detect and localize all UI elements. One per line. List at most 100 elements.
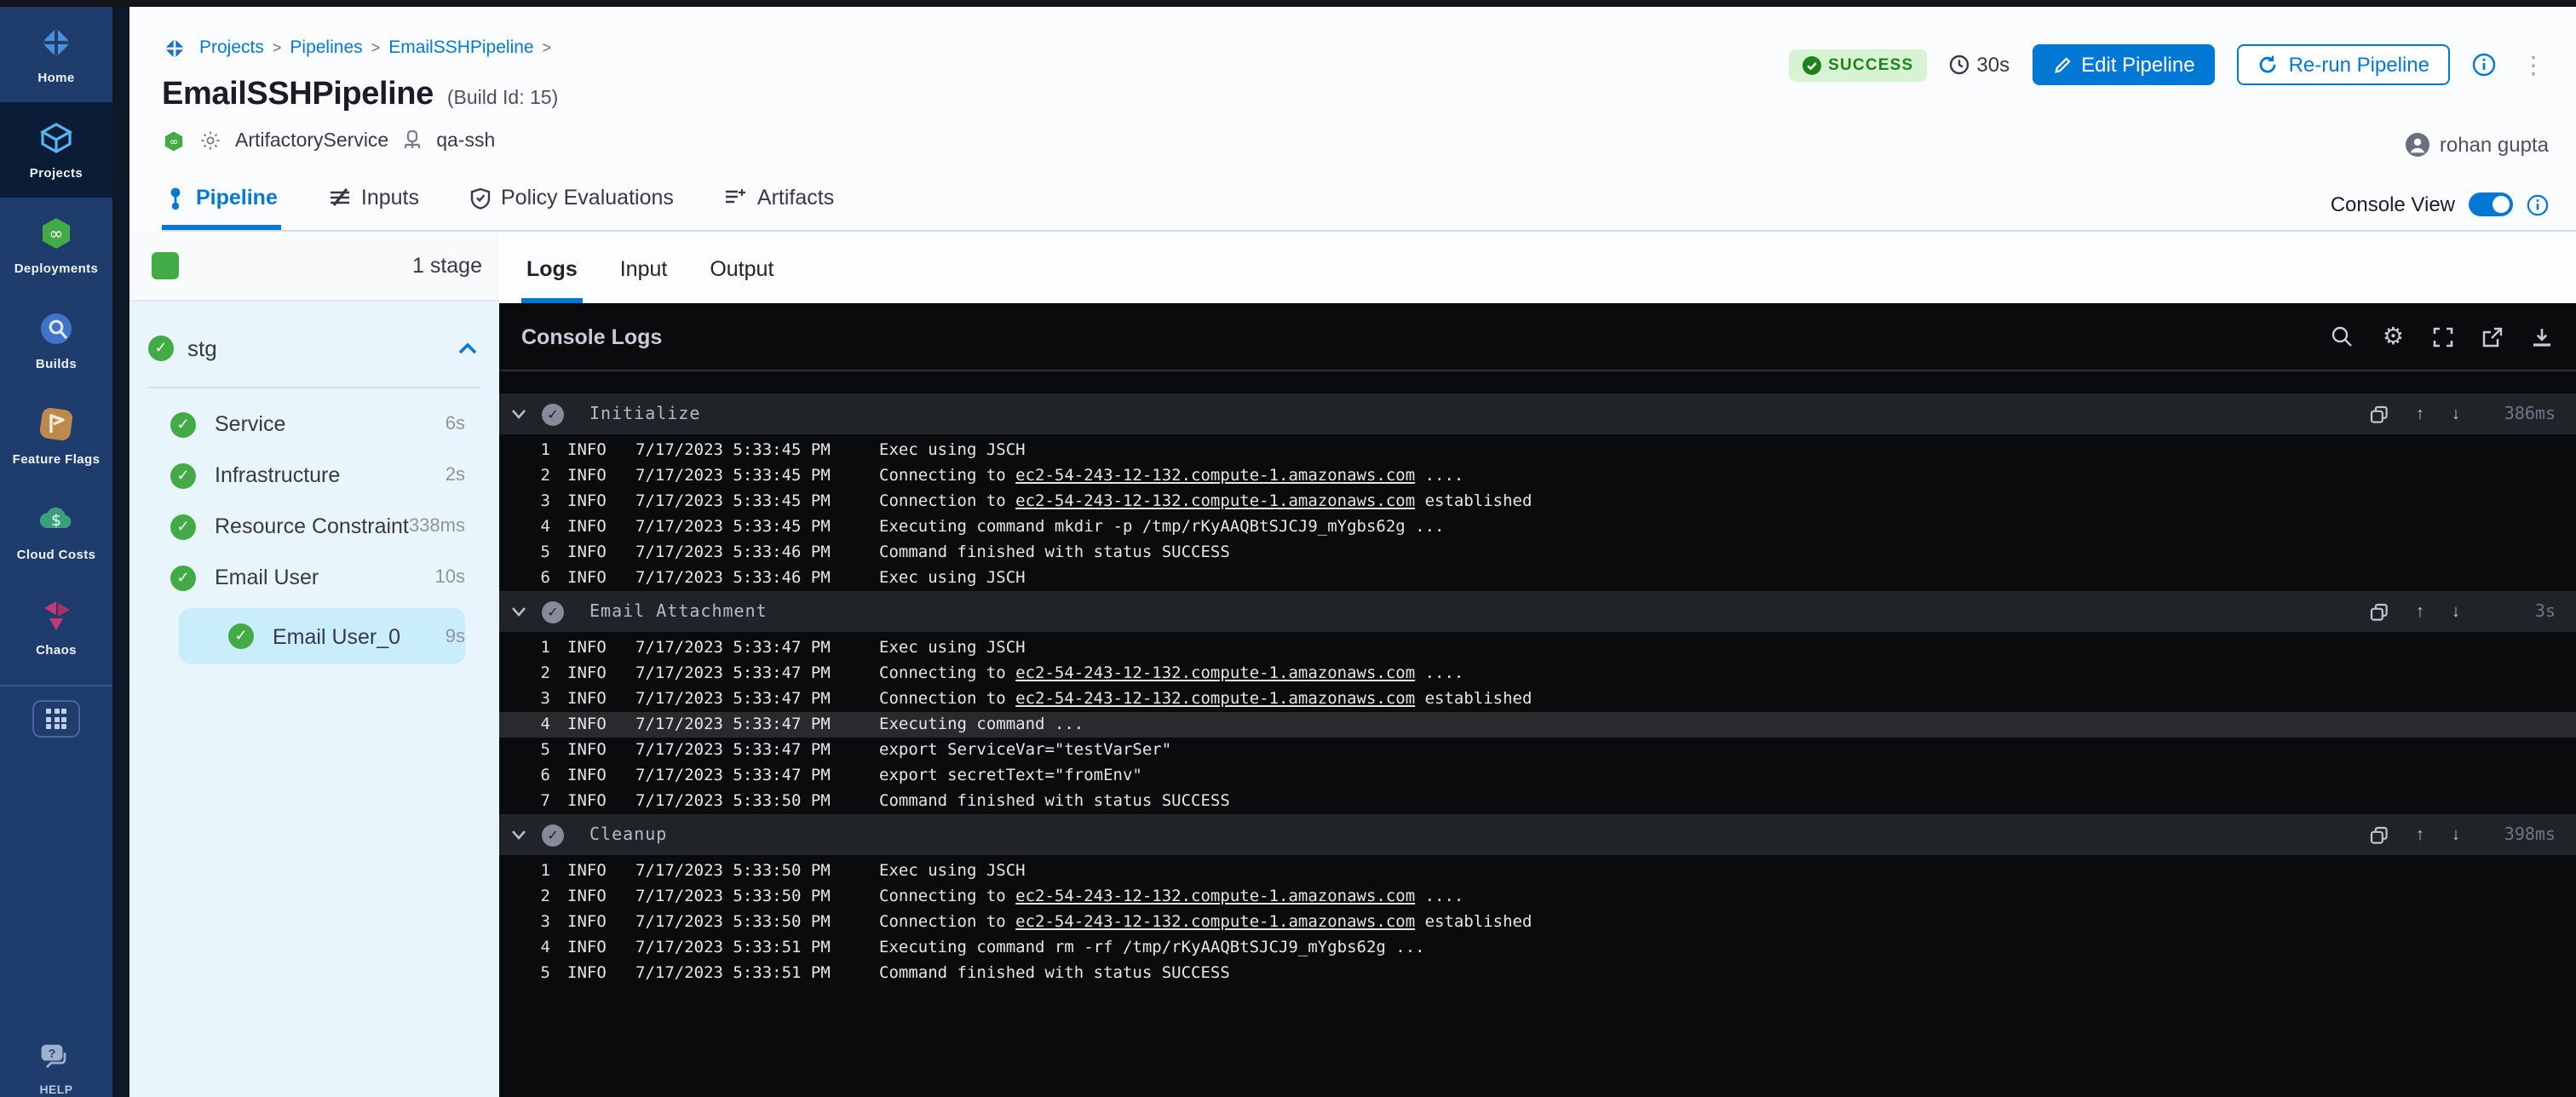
pipeline-tabbar: Pipeline Inputs Policy Evaluations Artif… xyxy=(162,175,2576,232)
sidebar-item-home[interactable]: Home xyxy=(0,7,112,102)
step-success-icon: ✓ xyxy=(170,565,196,590)
step-email-user[interactable]: ✓Email User10s xyxy=(129,552,465,603)
service-name[interactable]: ArtifactoryService xyxy=(235,130,388,151)
sidebar-item-label: Cloud Costs xyxy=(17,547,96,562)
download-icon[interactable] xyxy=(2532,326,2552,347)
scroll-up-icon[interactable]: ↑ xyxy=(2416,825,2424,844)
chevron-up-icon[interactable] xyxy=(458,342,477,353)
host-link[interactable]: ec2-54-243-12-132.compute-1.amazonaws.co… xyxy=(1015,492,1415,511)
step-list: ✓Service6s✓Infrastructure2s✓Resource Con… xyxy=(129,388,499,664)
tab-inputs[interactable]: Inputs xyxy=(325,186,423,230)
open-in-new-icon[interactable] xyxy=(2482,326,2503,347)
svg-text:?: ? xyxy=(49,1047,56,1060)
sidebar-item-projects[interactable]: Projects xyxy=(0,102,112,198)
scroll-down-icon[interactable]: ↓ xyxy=(2452,825,2460,844)
step-infrastructure[interactable]: ✓Infrastructure2s xyxy=(129,450,465,501)
user-badge[interactable]: rohan gupta xyxy=(2406,133,2549,157)
deployments-icon: ∞ xyxy=(36,213,77,254)
log-lines-initialize: 1INFO7/17/2023 5:33:45 PMExec using JSCH… xyxy=(499,434,2576,591)
sidebar-item-chaos[interactable]: Chaos xyxy=(0,579,112,675)
console-view-label: Console View xyxy=(2331,192,2455,216)
tab-output[interactable]: Output xyxy=(704,257,779,303)
page-header: Projects > Pipelines > EmailSSHPipeline … xyxy=(129,7,2576,232)
chevron-down-icon[interactable] xyxy=(511,830,526,840)
log-section-duration: 3s xyxy=(2487,602,2556,621)
scroll-down-icon[interactable]: ↓ xyxy=(2452,405,2460,423)
sidebar: Home Projects ∞ Deployments Builds xyxy=(0,7,112,1097)
fullscreen-icon[interactable] xyxy=(2433,326,2453,347)
console-tabbar: Logs Input Output xyxy=(499,232,2576,303)
more-options-icon[interactable]: ⋮ xyxy=(2518,50,2549,79)
host-link[interactable]: ec2-54-243-12-132.compute-1.amazonaws.co… xyxy=(1015,913,1415,932)
log-line: 3INFO7/17/2023 5:33:50 PMConnection to e… xyxy=(499,910,2576,935)
search-icon[interactable] xyxy=(2332,325,2354,347)
success-check-icon xyxy=(1803,55,1821,74)
user-avatar-icon xyxy=(2406,133,2429,157)
step-complete-icon: ✓ xyxy=(542,403,564,425)
infrastructure-name[interactable]: qa-ssh xyxy=(436,130,495,151)
stage-card: ✓ stg ✓Service6s✓Infrastructure2s✓Resour… xyxy=(129,302,499,1097)
log-section-header-cleanup[interactable]: ✓Cleanup↑↓398ms xyxy=(499,814,2576,855)
sidebar-item-label: Builds xyxy=(36,356,77,371)
scroll-up-icon[interactable]: ↑ xyxy=(2416,405,2424,423)
settings-gear-icon[interactable]: ⚙ xyxy=(2383,325,2404,348)
pipeline-info-icon[interactable] xyxy=(2472,53,2496,77)
host-link[interactable]: ec2-54-243-12-132.compute-1.amazonaws.co… xyxy=(1015,664,1415,683)
sidebar-item-feature-flags[interactable]: Feature Flags xyxy=(0,388,112,484)
log-section-name: Initialize xyxy=(589,405,700,423)
log-section-name: Email Attachment xyxy=(589,602,768,621)
help-chat-icon: ? xyxy=(36,1037,77,1078)
copy-logs-icon[interactable] xyxy=(2370,825,2389,844)
tab-logs[interactable]: Logs xyxy=(521,257,583,303)
tab-policy-evaluations[interactable]: Policy Evaluations xyxy=(467,186,677,230)
step-email-user-0[interactable]: ✓Email User_09s xyxy=(179,608,465,664)
edit-pipeline-button[interactable]: Edit Pipeline xyxy=(2032,44,2215,85)
tab-pipeline[interactable]: Pipeline xyxy=(162,186,281,230)
sidebar-item-help[interactable]: ? HELP xyxy=(0,1037,112,1097)
host-link[interactable]: ec2-54-243-12-132.compute-1.amazonaws.co… xyxy=(1015,467,1415,485)
module-grid-button[interactable] xyxy=(32,700,80,738)
copy-logs-icon[interactable] xyxy=(2370,405,2389,423)
console-view-info-icon[interactable] xyxy=(2527,193,2549,215)
breadcrumb-link-projects[interactable]: Projects xyxy=(199,37,264,58)
log-lines-email-attachment: 1INFO7/17/2023 5:33:47 PMExec using JSCH… xyxy=(499,632,2576,814)
chevron-down-icon[interactable] xyxy=(511,606,526,617)
copy-logs-icon[interactable] xyxy=(2370,602,2389,621)
rerun-pipeline-button[interactable]: Re-run Pipeline xyxy=(2238,44,2450,85)
console-view-toggle[interactable] xyxy=(2469,192,2513,216)
breadcrumb-link-pipelines[interactable]: Pipelines xyxy=(290,37,362,58)
step-resource-constraint[interactable]: ✓Resource Constraint338ms xyxy=(129,501,465,552)
page-title: EmailSSHPipeline xyxy=(162,77,434,114)
log-section-name: Cleanup xyxy=(589,825,667,844)
stage-status-square[interactable] xyxy=(152,252,179,279)
sidebar-item-deployments[interactable]: ∞ Deployments xyxy=(0,198,112,293)
sidebar-edge-strip xyxy=(112,7,129,1097)
ssh-infra-icon xyxy=(402,129,423,152)
sidebar-item-builds[interactable]: Builds xyxy=(0,293,112,388)
log-line: 2INFO7/17/2023 5:33:50 PMConnecting to e… xyxy=(499,884,2576,910)
scroll-down-icon[interactable]: ↓ xyxy=(2452,602,2460,621)
stage-row-stg[interactable]: ✓ stg xyxy=(129,315,499,380)
console-column: Logs Input Output Console Logs ⚙ xyxy=(499,232,2576,1097)
chevron-down-icon[interactable] xyxy=(511,409,526,419)
log-line: 4INFO7/17/2023 5:33:47 PMExecuting comma… xyxy=(499,712,2576,738)
step-duration: 2s xyxy=(446,465,465,485)
host-link[interactable]: ec2-54-243-12-132.compute-1.amazonaws.co… xyxy=(1015,887,1415,906)
tab-input[interactable]: Input xyxy=(615,257,673,303)
pipeline-icon xyxy=(165,187,186,209)
log-line: 3INFO7/17/2023 5:33:47 PMConnection to e… xyxy=(499,686,2576,712)
sidebar-item-label: Feature Flags xyxy=(13,451,101,467)
tab-artifacts[interactable]: Artifacts xyxy=(722,186,837,230)
console-header: Console Logs ⚙ xyxy=(499,303,2576,371)
breadcrumb-link-pipeline[interactable]: EmailSSHPipeline xyxy=(388,37,533,58)
log-section-duration: 398ms xyxy=(2487,825,2556,844)
sidebar-item-cloud-costs[interactable]: $ Cloud Costs xyxy=(0,484,112,579)
log-line: 1INFO7/17/2023 5:33:50 PMExec using JSCH xyxy=(499,859,2576,884)
pencil-icon xyxy=(2052,55,2071,74)
app-root: Home Projects ∞ Deployments Builds xyxy=(0,0,2576,1097)
log-section-header-email-attachment[interactable]: ✓Email Attachment↑↓3s xyxy=(499,591,2576,632)
log-section-header-initialize[interactable]: ✓Initialize↑↓386ms xyxy=(499,393,2576,434)
step-service[interactable]: ✓Service6s xyxy=(129,399,465,450)
scroll-up-icon[interactable]: ↑ xyxy=(2416,602,2424,621)
host-link[interactable]: ec2-54-243-12-132.compute-1.amazonaws.co… xyxy=(1015,690,1415,709)
